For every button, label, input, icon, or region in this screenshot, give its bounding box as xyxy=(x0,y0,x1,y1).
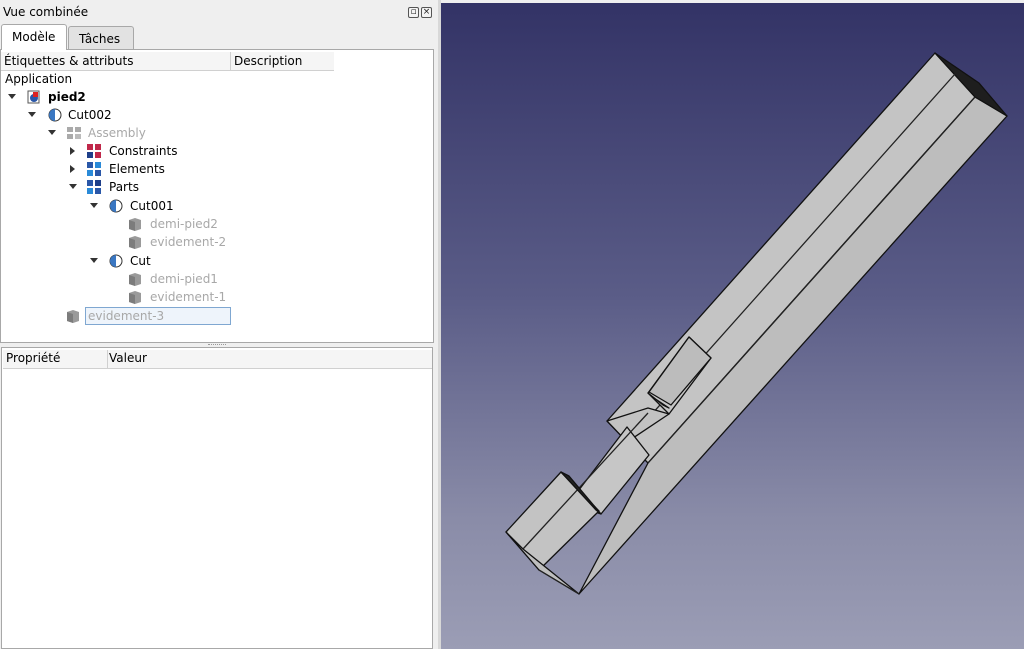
elements-icon xyxy=(86,161,102,177)
property-header: Propriété Valeur xyxy=(3,350,432,369)
parts-icon xyxy=(86,179,102,195)
tree-item-label: pied2 xyxy=(48,90,86,104)
tree-item-demi-pied2[interactable]: demi-pied2 xyxy=(1,215,421,233)
tree-root-label: Application xyxy=(5,72,73,86)
expand-arrow-icon[interactable] xyxy=(8,94,16,99)
tree-item-cut001[interactable]: Cut001 xyxy=(1,197,421,215)
close-icon[interactable]: × xyxy=(421,7,432,18)
3d-model[interactable] xyxy=(441,3,1024,649)
float-panel-icon[interactable]: ▫ xyxy=(408,7,419,18)
tree-item-evidement-2[interactable]: evidement-2 xyxy=(1,233,421,251)
tree-item-label: Elements xyxy=(109,162,165,176)
box-icon xyxy=(127,234,143,250)
tree-root-application: Application xyxy=(5,70,72,88)
value-column-header[interactable]: Valeur xyxy=(109,351,147,365)
tree-item-label: evidement-2 xyxy=(150,235,227,249)
collapse-arrow-icon[interactable] xyxy=(70,147,75,155)
rename-field-text: evidement-3 xyxy=(88,309,165,323)
rename-field[interactable]: evidement-3 xyxy=(85,307,231,325)
expand-arrow-icon[interactable] xyxy=(90,258,98,263)
expand-arrow-icon[interactable] xyxy=(28,112,36,117)
combo-view-title: Vue combinée xyxy=(3,5,89,19)
tree-item-label: Cut001 xyxy=(130,199,174,213)
expand-arrow-icon[interactable] xyxy=(48,130,56,135)
property-column-header[interactable]: Propriété xyxy=(6,351,60,365)
constraints-icon xyxy=(86,143,102,159)
box-icon xyxy=(65,308,81,324)
expand-arrow-icon[interactable] xyxy=(69,184,77,189)
tree-item-label: demi-pied1 xyxy=(150,272,218,286)
panel-splitter[interactable] xyxy=(208,344,226,346)
tree-item-evidement-3[interactable] xyxy=(1,307,85,325)
tree-item-parts[interactable]: Parts xyxy=(1,178,421,196)
collapse-arrow-icon[interactable] xyxy=(70,165,75,173)
cut-icon xyxy=(46,107,62,123)
tree-item-pied2[interactable]: pied2 xyxy=(1,88,421,106)
tree-item-label: Cut002 xyxy=(68,108,112,122)
document-icon xyxy=(26,89,42,105)
tree-item-label: evidement-1 xyxy=(150,290,227,304)
tree-item-label: Parts xyxy=(109,180,139,194)
model-side-face xyxy=(578,96,1008,595)
tree-item-elements[interactable]: Elements xyxy=(1,160,421,178)
cut-icon xyxy=(107,253,123,269)
tree-item-constraints[interactable]: Constraints xyxy=(1,142,421,160)
tree-header-labels[interactable]: Étiquettes & attributs xyxy=(1,52,231,71)
tab-model[interactable]: Modèle xyxy=(1,24,67,50)
tree-item-label: Constraints xyxy=(109,144,178,158)
assembly-icon xyxy=(66,125,82,141)
box-icon xyxy=(127,289,143,305)
combo-view-panel: Vue combinée ▫ × Modèle Tâches Étiquette… xyxy=(0,0,438,649)
tree-item-label: Assembly xyxy=(88,126,146,140)
tree-item-cut002[interactable]: Cut002 xyxy=(1,106,421,124)
box-icon xyxy=(127,216,143,232)
tree-item-assembly[interactable]: Assembly xyxy=(1,124,421,142)
expand-arrow-icon[interactable] xyxy=(90,203,98,208)
model-tree[interactable]: Étiquettes & attributs Description Appli… xyxy=(0,49,434,343)
3d-viewport[interactable] xyxy=(441,3,1024,649)
tree-item-demi-pied1[interactable]: demi-pied1 xyxy=(1,270,421,288)
tree-item-evidement-1[interactable]: evidement-1 xyxy=(1,288,421,306)
tree-item-cut[interactable]: Cut xyxy=(1,252,421,270)
tree-item-label: demi-pied2 xyxy=(150,217,218,231)
property-view[interactable]: Propriété Valeur xyxy=(1,347,433,649)
column-divider[interactable] xyxy=(107,350,108,369)
tab-tasks[interactable]: Tâches xyxy=(68,26,134,49)
tree-item-label: Cut xyxy=(130,254,151,268)
cut-icon xyxy=(107,198,123,214)
tree-header-description[interactable]: Description xyxy=(231,52,334,71)
box-icon xyxy=(127,271,143,287)
